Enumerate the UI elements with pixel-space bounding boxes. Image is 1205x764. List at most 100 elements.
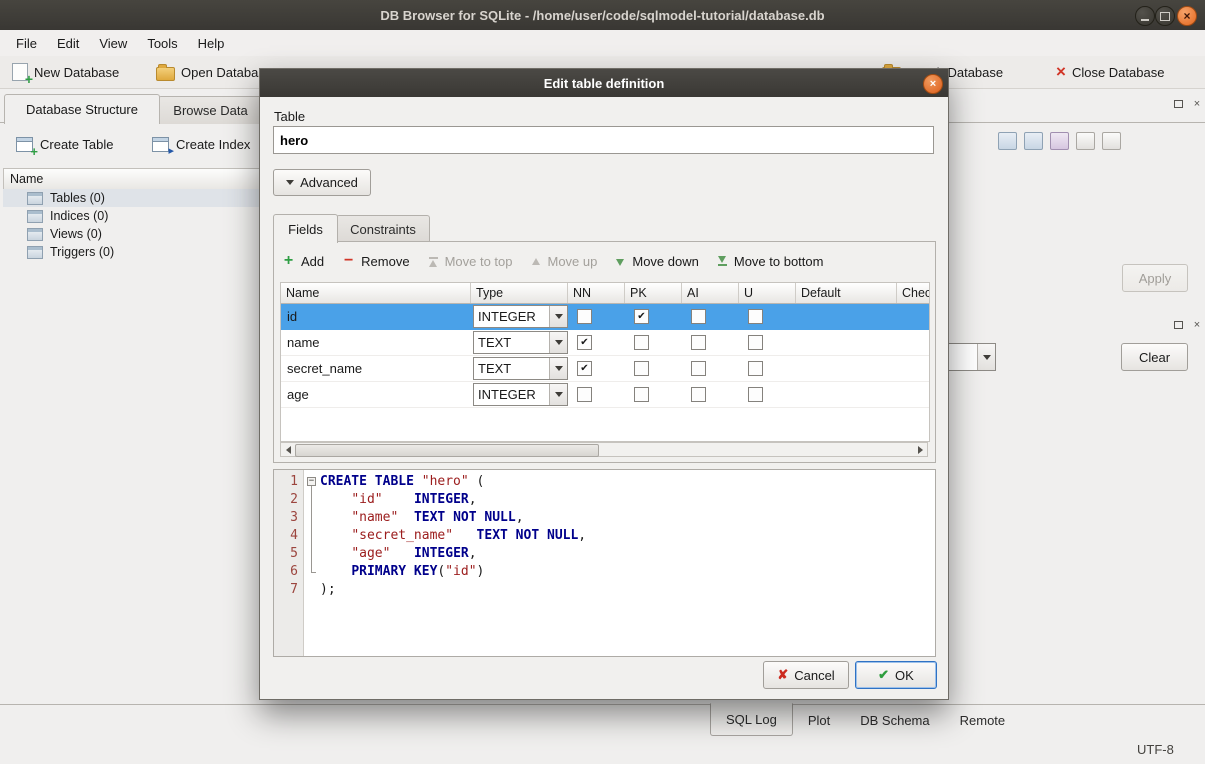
move-down-button[interactable]: Move down [615, 254, 698, 269]
close-dock-icon[interactable]: × [1191, 98, 1203, 110]
u-cell [739, 356, 796, 381]
import-icon[interactable] [998, 132, 1017, 150]
line-number: 7 [274, 581, 298, 599]
type-combo[interactable]: INTEGER [473, 383, 568, 406]
move-top-button: Move to top [428, 254, 513, 269]
ok-button[interactable]: ✔ OK [855, 661, 937, 689]
pk-checkbox[interactable] [634, 335, 649, 350]
export-icon[interactable] [1024, 132, 1043, 150]
close-database-button[interactable]: × Close Database [1050, 59, 1170, 85]
minimize-icon [1141, 19, 1149, 21]
apply-button[interactable]: Apply [1122, 264, 1188, 292]
u-checkbox[interactable] [748, 335, 763, 350]
u-checkbox[interactable] [748, 361, 763, 376]
minimize-button[interactable] [1135, 6, 1155, 26]
panel-bottom-border [0, 704, 1205, 705]
pk-cell [625, 382, 682, 407]
line-number: 4 [274, 527, 298, 545]
word-wrap-icon[interactable] [1102, 132, 1121, 150]
float-dock-icon[interactable] [1172, 319, 1184, 331]
field-row-age[interactable]: ageINTEGER [281, 382, 929, 408]
u-checkbox[interactable] [748, 387, 763, 402]
advanced-toggle-button[interactable]: Advanced [273, 169, 371, 196]
bottom-tab-plot[interactable]: Plot [793, 707, 845, 734]
bottom-tab-remote[interactable]: Remote [945, 707, 1021, 734]
nn-checkbox[interactable]: ✔ [577, 335, 592, 350]
close-window-button[interactable]: × [1177, 6, 1197, 26]
move-bottom-button[interactable]: Move to bottom [717, 254, 824, 269]
type-combo[interactable]: INTEGER [473, 305, 568, 328]
tab-fields[interactable]: Fields [273, 214, 338, 243]
menu-edit[interactable]: Edit [47, 33, 89, 54]
sql-line: "name" TEXT NOT NULL, [320, 509, 935, 527]
fold-collapse-icon[interactable]: − [307, 477, 316, 486]
ai-checkbox[interactable] [691, 387, 706, 402]
type-combo[interactable]: TEXT [473, 331, 568, 354]
set-null-icon[interactable] [1050, 132, 1069, 150]
pk-checkbox[interactable] [634, 387, 649, 402]
tree-item[interactable]: Triggers (0) [3, 243, 261, 261]
dialog-close-button[interactable]: × [923, 74, 943, 94]
menu-view[interactable]: View [89, 33, 137, 54]
cancel-button[interactable]: ✘ Cancel [763, 661, 849, 689]
type-combo[interactable]: TEXT [473, 357, 568, 380]
column-header-check[interactable]: Check [897, 283, 930, 303]
print-icon[interactable] [1076, 132, 1095, 150]
pk-checkbox[interactable]: ✔ [634, 309, 649, 324]
menu-help[interactable]: Help [188, 33, 235, 54]
clear-button[interactable]: Clear [1121, 343, 1188, 371]
pk-cell [625, 330, 682, 355]
tab-constraints[interactable]: Constraints [336, 215, 430, 243]
scroll-left-icon[interactable] [281, 443, 295, 456]
dialog-title: Edit table definition [544, 76, 665, 91]
nn-checkbox[interactable] [577, 387, 592, 402]
tree-item[interactable]: Views (0) [3, 225, 261, 243]
field-row-id[interactable]: idINTEGER✔ [281, 304, 929, 330]
default-cell [796, 382, 897, 407]
ai-checkbox[interactable] [691, 335, 706, 350]
chevron-down-icon [549, 306, 567, 327]
ai-checkbox[interactable] [691, 361, 706, 376]
bottom-tab-db-schema[interactable]: DB Schema [845, 707, 944, 734]
tree-item[interactable]: Indices (0) [3, 207, 261, 225]
column-header-pk[interactable]: PK [625, 283, 682, 303]
scroll-right-icon[interactable] [913, 443, 927, 456]
menu-tools[interactable]: Tools [137, 33, 187, 54]
tab-browse-data[interactable]: Browse Data [158, 96, 263, 124]
close-dock-icon[interactable]: × [1191, 319, 1203, 331]
u-checkbox[interactable] [748, 309, 763, 324]
nn-checkbox[interactable]: ✔ [577, 361, 592, 376]
column-header-type[interactable]: Type [471, 283, 568, 303]
add-button[interactable]: Add [282, 254, 324, 269]
tree-column-header[interactable]: Name [3, 168, 269, 190]
edit-table-definition-dialog: Edit table definition × Table Advanced F… [259, 68, 949, 700]
pk-checkbox[interactable] [634, 361, 649, 376]
column-header-default[interactable]: Default [796, 283, 897, 303]
scrollbar-thumb[interactable] [295, 444, 599, 457]
remove-button[interactable]: Remove [342, 254, 409, 269]
sql-line: PRIMARY KEY("id") [320, 563, 935, 581]
field-name-cell: secret_name [281, 356, 471, 381]
maximize-button[interactable] [1155, 6, 1175, 26]
ai-cell [682, 356, 739, 381]
table-name-input[interactable] [273, 126, 934, 154]
bottom-tab-sql-log[interactable]: SQL Log [710, 703, 793, 736]
column-header-name[interactable]: Name [281, 283, 471, 303]
tab-database-structure[interactable]: Database Structure [4, 94, 160, 124]
field-row-secret_name[interactable]: secret_nameTEXT ✔ [281, 356, 929, 382]
tree-item[interactable]: Tables (0) [3, 189, 261, 207]
create-table-button[interactable]: Create Table [8, 131, 121, 157]
ai-checkbox[interactable] [691, 309, 706, 324]
column-header-nn[interactable]: NN [568, 283, 625, 303]
column-header-ai[interactable]: AI [682, 283, 739, 303]
column-header-u[interactable]: U [739, 283, 796, 303]
create-index-button[interactable]: Create Index [144, 131, 258, 157]
sql-code: CREATE TABLE "hero" ( "id" INTEGER, "nam… [320, 470, 935, 656]
horizontal-scrollbar[interactable] [280, 442, 928, 457]
nn-checkbox[interactable] [577, 309, 592, 324]
float-dock-icon[interactable] [1172, 98, 1184, 110]
new-database-button[interactable]: New Database [6, 59, 125, 85]
field-type-cell: TEXT [471, 330, 568, 355]
menu-file[interactable]: File [6, 33, 47, 54]
field-row-name[interactable]: nameTEXT✔ [281, 330, 929, 356]
